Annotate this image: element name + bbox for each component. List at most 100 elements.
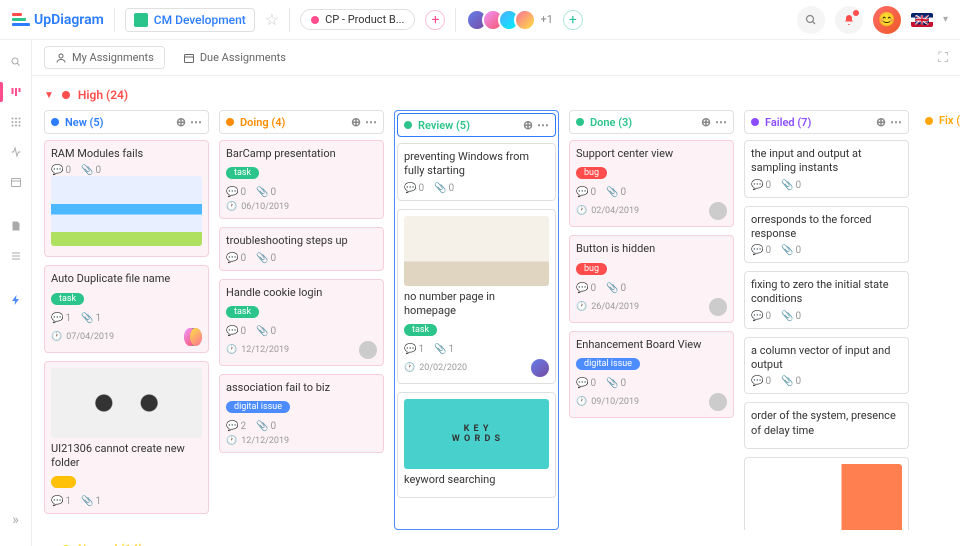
clock-icon: 🕐 [51,332,62,342]
more-icon[interactable]: ⋯ [190,115,202,129]
chevron-down-icon: ▼ [44,90,54,101]
user-avatar[interactable]: 😊 [873,6,901,34]
divider [289,8,290,32]
card[interactable]: preventing Windows from fully starting 💬… [397,143,556,201]
add-card-icon[interactable]: ⊕ [523,118,533,132]
tag-task: task [51,293,84,305]
card[interactable]: troubleshooting steps up 💬 0📎 0 [219,227,384,270]
logo-bars [12,13,30,26]
card[interactable]: no number page in homepage task 💬 1📎 1 🕐… [397,209,556,385]
user-icon [55,52,67,64]
column-new: New (5)⊕⋯ RAM Modules fails 💬 0📎 0 Auto … [44,110,209,530]
fullscreen-icon[interactable]: ⛶ [938,50,948,66]
column-doing: Doing (4)⊕⋯ BarCamp presentation task 💬 … [219,110,384,530]
priority-dot [62,91,70,99]
add-project-button[interactable]: + [425,10,445,30]
search-button[interactable] [797,6,825,34]
card-image: K E Y W O R D S [404,399,549,469]
tab-label: My Assignments [72,51,154,64]
content: My Assignments Due Assignments ⛶ ▼ High … [32,40,960,546]
card-image [51,368,202,438]
add-card-icon[interactable]: ⊕ [351,115,361,129]
card-image [404,216,549,286]
column-header[interactable]: Failed (7)⊕⋯ [744,110,909,134]
card-assignee [359,341,377,359]
card[interactable]: K E Y W O R D S keyword searching [397,392,556,498]
star-icon[interactable]: ☆ [265,10,279,29]
sidebar-item-calendar[interactable] [0,168,32,196]
sidebar-item-bolt[interactable] [0,286,32,314]
avatar [514,9,536,31]
card[interactable]: Enhancement Board View digital issue 💬 0… [569,331,734,418]
calendar-icon [183,52,195,64]
card-assignee [709,202,727,220]
card[interactable]: BarCamp presentation task 💬 0📎 0 🕐 06/10… [219,140,384,219]
project-pill[interactable]: CP - Product B... [300,9,415,30]
search-icon [805,14,817,26]
card-assignees [184,328,202,346]
card-title: UI21306 cannot create new folder [51,442,202,471]
column-header[interactable]: Doing (4)⊕⋯ [219,110,384,134]
chevron-down-icon[interactable]: ▾ [943,14,948,25]
group-header-normal[interactable]: ▼ Normal (14) [44,542,948,546]
more-icon[interactable]: ⋯ [715,115,727,129]
more-icon[interactable]: ⋯ [890,115,902,129]
card[interactable]: fixing to zero the initial state conditi… [744,271,909,329]
card[interactable]: Auto Duplicate file name task 💬 1📎 1 🕐07… [44,265,209,352]
sidebar-item-search[interactable] [0,48,32,76]
card[interactable]: association fail to biz digital issue 💬 … [219,374,384,453]
card[interactable]: order of the system, presence of delay t… [744,402,909,449]
add-card-icon[interactable]: ⊕ [701,115,711,129]
topbar: UpDiagram CM Development ☆ CP - Product … [0,0,960,40]
sidebar-item-grid[interactable] [0,108,32,136]
workspace-selector[interactable]: CM Development [125,8,255,32]
add-card-icon[interactable]: ⊕ [176,115,186,129]
tabs-row: My Assignments Due Assignments ⛶ [32,40,960,76]
tab-my-assignments[interactable]: My Assignments [44,46,165,69]
card-assignee [709,298,727,316]
attachments-count: 📎 0 [81,165,101,176]
card-assignee [709,393,727,411]
card[interactable]: Support center view bug 💬 0📎 0 🕐 02/04/2… [569,140,734,227]
card[interactable]: a column vector of input and output💬 0📎 … [744,337,909,395]
sidebar-item-timeline[interactable] [0,138,32,166]
sidebar-item-docs[interactable] [0,212,32,240]
column-header[interactable]: Review (5)⊕⋯ [397,113,556,137]
column-header[interactable]: Fix (0) [919,110,960,131]
app-name: UpDiagram [34,12,104,28]
card[interactable]: the input and output at sampling instant… [744,140,909,198]
card[interactable]: Handle cookie login task 💬 0📎 0 🕐 12/12/… [219,279,384,366]
member-avatars[interactable]: +1 [466,9,552,31]
sidebar: » [0,40,32,546]
avatar-extra: +1 [540,13,552,26]
more-icon[interactable]: ⋯ [537,118,549,132]
sidebar-expand[interactable]: » [0,506,32,534]
card[interactable]: orresponds to the forced response💬 0📎 0 [744,206,909,264]
group-label: Normal (14) [78,542,143,546]
tag [51,476,76,488]
card-title: RAM Modules fails [51,147,202,161]
sidebar-item-board[interactable] [0,78,32,106]
column-header[interactable]: Done (3)⊕⋯ [569,110,734,134]
sidebar-item-list[interactable] [0,242,32,270]
notifications-button[interactable] [835,6,863,34]
column-header[interactable]: New (5)⊕⋯ [44,110,209,134]
project-color-dot [311,16,319,24]
group-header-high[interactable]: ▼ High (24) [44,88,948,102]
card[interactable] [744,457,909,530]
card[interactable]: Button is hidden bug 💬 0📎 0 🕐 26/04/2019 [569,235,734,322]
language-flag-icon[interactable]: 🇬🇧 [911,13,933,27]
column-fix: Fix (0) [919,110,960,530]
notification-dot [853,10,859,16]
group-label: High (24) [78,88,128,102]
card[interactable]: RAM Modules fails 💬 0📎 0 [44,140,209,257]
tab-due-assignments[interactable]: Due Assignments [173,47,296,68]
card[interactable]: UI21306 cannot create new folder 💬 1📎 1 [44,361,209,515]
divider [455,8,456,32]
add-member-button[interactable]: + [563,10,583,30]
add-card-icon[interactable]: ⊕ [876,115,886,129]
card-image [51,176,202,246]
more-icon[interactable]: ⋯ [365,115,377,129]
logo[interactable]: UpDiagram [12,12,104,28]
tab-label: Due Assignments [200,51,286,64]
